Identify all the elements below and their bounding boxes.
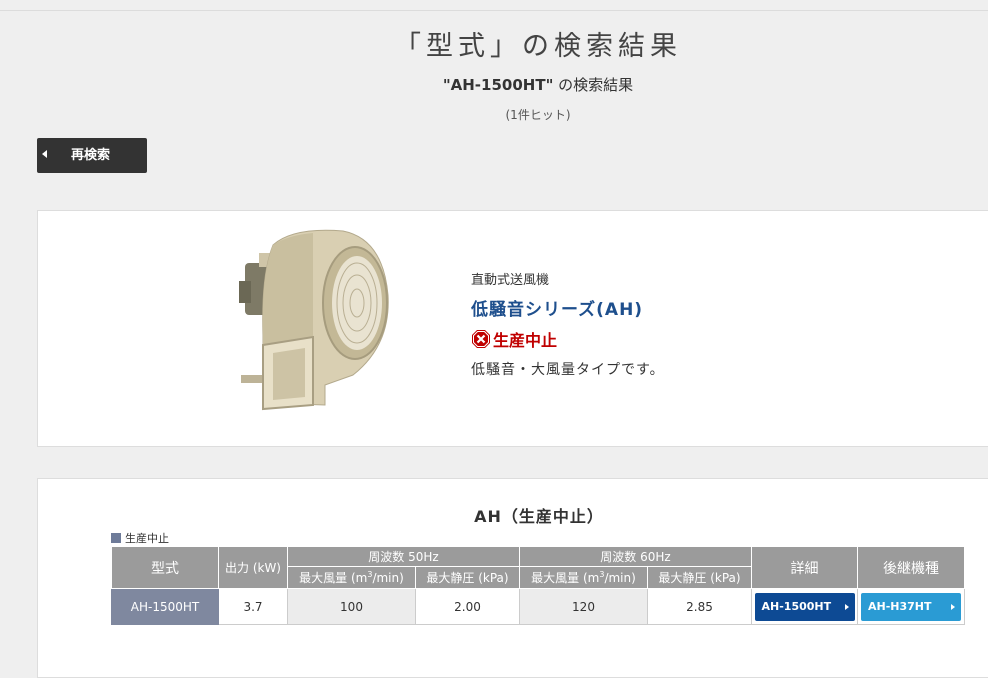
left-arrow-icon [42,150,47,158]
cell-pressure50: 2.00 [415,588,520,625]
discontinued-label: 生産中止 [493,331,558,350]
cell-flow60: 120 [519,588,648,625]
legend-swatch [111,533,121,543]
max-flow-unit: /min) [604,571,636,585]
page-title: 「型式」の検索結果 [394,31,682,62]
cell-detail: AH-1500HT [751,588,858,625]
detail-button-label: AH-1500HT [761,599,832,613]
product-category: 直動式送風機 [471,273,550,288]
blower-fan-image[interactable] [233,225,403,415]
spec-card: AH（生産中止） 生産中止 型式 出力 (kW) 周波数 50Hz 周波数 60… [37,478,988,678]
hit-count: (1件ヒット) [505,108,571,122]
research-button-label: 再検索 [71,148,111,163]
header-max-flow-50: 最大風量 (m3/min) [287,566,416,589]
successor-button[interactable]: AH-H37HT [861,592,961,621]
header-freq50: 周波数 50Hz [287,546,520,567]
right-arrow-icon [844,603,849,610]
max-flow-label: 最大風量 (m [531,571,600,585]
research-button[interactable]: 再検索 [37,138,147,173]
header-max-pressure-50: 最大静圧 (kPa) [415,566,520,589]
cell-flow50: 100 [287,588,416,625]
header-output: 出力 (kW) [218,546,288,589]
cell-pressure60: 2.85 [647,588,752,625]
cell-model: AH-1500HT [111,588,219,625]
product-card: 直動式送風機 低騒音シリーズ(AH) 生産中止 低騒音・大風量タイプです。 [37,210,988,447]
right-arrow-icon [951,603,955,610]
discontinued-x-icon [472,330,490,348]
legend: 生産中止 [111,530,169,546]
successor-button-label: AH-H37HT [868,599,932,613]
spec-table: 型式 出力 (kW) 周波数 50Hz 周波数 60Hz 詳細 後継機種 最大風… [111,546,965,625]
header-successor: 後継機種 [857,546,965,589]
table-row: AH-1500HT 3.7 100 2.00 120 2.85 AH-1500H… [111,588,965,625]
max-flow-unit: /min) [372,571,404,585]
discontinued-badge: 生産中止 [471,327,557,351]
header-max-pressure-60: 最大静圧 (kPa) [647,566,752,589]
search-query-suffix: の検索結果 [553,76,634,94]
top-divider [0,10,988,11]
spec-table-title: AH（生産中止） [474,507,604,526]
product-description: 低騒音・大風量タイプです。 [471,362,665,378]
max-flow-label: 最大風量 (m [299,571,368,585]
search-query-line: "AH-1500HT" の検索結果 [0,74,988,95]
cell-successor: AH-H37HT [857,588,965,625]
header-model: 型式 [111,546,219,589]
detail-button[interactable]: AH-1500HT [754,592,855,621]
header-detail: 詳細 [751,546,858,589]
legend-label: 生産中止 [125,532,169,545]
header-freq60: 周波数 60Hz [519,546,752,567]
cell-output: 3.7 [218,588,288,625]
header-max-flow-60: 最大風量 (m3/min) [519,566,648,589]
product-series-link[interactable]: 低騒音シリーズ(AH) [471,295,643,320]
search-query: "AH-1500HT" [442,76,554,94]
